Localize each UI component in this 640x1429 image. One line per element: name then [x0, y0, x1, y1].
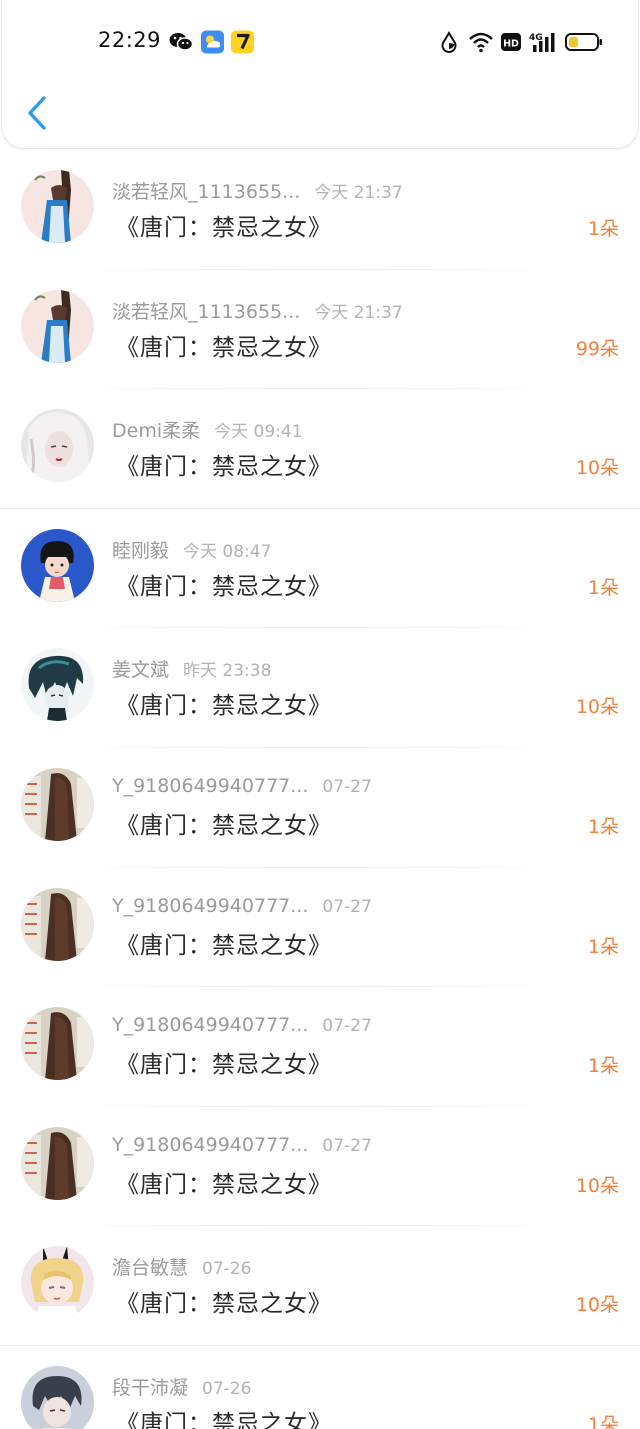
- avatar[interactable]: [21, 170, 94, 243]
- wechat-icon: [169, 33, 194, 51]
- user-name: Y_9180649940777...: [112, 1133, 309, 1156]
- flower-count: 10朵: [575, 1294, 619, 1317]
- flower-count: 1朵: [587, 1413, 619, 1429]
- meta-line: 澹台敏慧 07-26: [112, 1253, 251, 1279]
- status-time: 22:29: [98, 28, 162, 52]
- user-name: 澹台敏慧: [112, 1257, 189, 1280]
- avatar[interactable]: [21, 1007, 94, 1081]
- user-name: Y_9180649940777...: [112, 774, 309, 797]
- list-item[interactable]: 睦刚毅 今天 08:47 《唐门：禁忌之女》 1朵: [0, 509, 640, 629]
- svg-text:HD: HD: [503, 39, 519, 50]
- book-title: 《唐门：禁忌之女》: [116, 1291, 332, 1318]
- meta-line: Y_9180649940777... 07-27: [112, 1014, 372, 1040]
- avatar[interactable]: [21, 887, 94, 961]
- data-saver-icon: [441, 31, 457, 53]
- list-item[interactable]: 淡若轻风_1113655... 今天 21:37 《唐门：禁忌之女》 99朵: [0, 270, 640, 390]
- user-name: Y_9180649940777...: [112, 1014, 309, 1037]
- user-name: 淡若轻风_1113655...: [112, 181, 301, 203]
- book-title: 《唐门：禁忌之女》: [116, 812, 332, 839]
- post-time: 07-26: [202, 1378, 252, 1399]
- status-bar: 22:29 HD 4G: [2, 22, 638, 62]
- book-title: 《唐门：禁忌之女》: [116, 1410, 332, 1429]
- weather-icon: [201, 30, 224, 54]
- avatar[interactable]: [21, 1246, 94, 1320]
- post-time: 07-26: [202, 1259, 252, 1280]
- avatar[interactable]: [21, 648, 94, 722]
- flower-count: 1朵: [587, 576, 619, 599]
- list-item[interactable]: Y_9180649940777... 07-27 《唐门：禁忌之女》 1朵: [0, 748, 640, 868]
- app-7-icon: [231, 30, 254, 54]
- battery-icon: [565, 33, 602, 51]
- post-time: 07-27: [322, 776, 372, 797]
- book-title: 《唐门：禁忌之女》: [116, 932, 332, 959]
- header: 22:29 HD 4G: [2, 0, 638, 148]
- list-item[interactable]: 淡若轻风_1113655... 今天 21:37 《唐门：禁忌之女》 1朵: [0, 150, 640, 270]
- avatar[interactable]: [21, 289, 94, 363]
- signal-4g-icon: 4G: [529, 33, 555, 52]
- post-time: 今天 21:37: [314, 183, 403, 203]
- list-item[interactable]: 段干沛凝 07-26 《唐门：禁忌之女》 1朵: [0, 1346, 640, 1429]
- book-title: 《唐门：禁忌之女》: [116, 573, 332, 600]
- book-title: 《唐门：禁忌之女》: [116, 693, 332, 720]
- user-name: 段干沛凝: [112, 1376, 189, 1399]
- user-name: 姜文斌: [112, 659, 170, 682]
- avatar[interactable]: [21, 528, 94, 602]
- post-time: 07-27: [322, 896, 372, 917]
- post-time: 昨天 23:38: [183, 661, 272, 682]
- list-item[interactable]: 姜文斌 昨天 23:38 《唐门：禁忌之女》 10朵: [0, 628, 640, 748]
- meta-line: Y_9180649940777... 07-27: [112, 895, 372, 921]
- flower-count: 99朵: [575, 337, 619, 360]
- book-title: 《唐门：禁忌之女》: [116, 454, 332, 481]
- meta-line: 姜文斌 昨天 23:38: [112, 655, 271, 681]
- post-time: 今天 08:47: [183, 541, 272, 562]
- screen: 22:29 HD 4G 淡若轻风_1113655... 今天 21:37 《唐门…: [0, 0, 640, 1429]
- gift-list: 淡若轻风_1113655... 今天 21:37 《唐门：禁忌之女》 1朵 淡若轻…: [0, 150, 640, 1429]
- flower-count: 1朵: [587, 935, 619, 958]
- flower-count: 1朵: [587, 218, 619, 240]
- post-time: 07-27: [322, 1016, 372, 1037]
- flower-count: 10朵: [575, 696, 619, 719]
- meta-line: Y_9180649940777... 07-27: [112, 1134, 372, 1160]
- user-name: Y_9180649940777...: [112, 894, 309, 917]
- flower-count: 10朵: [575, 457, 619, 480]
- meta-line: Y_9180649940777... 07-27: [112, 775, 372, 801]
- book-title: 《唐门：禁忌之女》: [116, 1171, 332, 1198]
- post-time: 今天 21:37: [314, 302, 403, 323]
- list-item[interactable]: Y_9180649940777... 07-27 《唐门：禁忌之女》 1朵: [0, 868, 640, 988]
- avatar[interactable]: [21, 767, 94, 841]
- avatar[interactable]: [21, 1126, 94, 1200]
- user-name: 淡若轻风_1113655...: [112, 300, 301, 323]
- flower-count: 1朵: [587, 1055, 619, 1078]
- flower-count: 10朵: [575, 1174, 619, 1197]
- back-button[interactable]: [22, 94, 54, 132]
- post-time: 07-27: [322, 1135, 372, 1156]
- list-item[interactable]: Y_9180649940777... 07-27 《唐门：禁忌之女》 1朵: [0, 987, 640, 1107]
- wifi-icon: [469, 32, 493, 53]
- user-name: 睦刚毅: [112, 539, 170, 562]
- post-time: 今天 09:41: [214, 422, 303, 443]
- book-title: 《唐门：禁忌之女》: [116, 334, 332, 361]
- list-item[interactable]: Demi柔柔 今天 09:41 《唐门：禁忌之女》 10朵: [0, 389, 640, 509]
- list-item[interactable]: Y_9180649940777... 07-27 《唐门：禁忌之女》 10朵: [0, 1107, 640, 1227]
- avatar[interactable]: [21, 409, 94, 483]
- meta-line: Demi柔柔 今天 09:41: [112, 416, 303, 442]
- book-title: 《唐门：禁忌之女》: [116, 1052, 332, 1079]
- meta-line: 淡若轻风_1113655... 今天 21:37: [112, 177, 403, 203]
- book-title: 《唐门：禁忌之女》: [116, 215, 332, 241]
- flower-count: 1朵: [587, 815, 619, 838]
- meta-line: 段干沛凝 07-26: [112, 1373, 251, 1399]
- user-name: Demi柔柔: [112, 420, 201, 443]
- meta-line: 睦刚毅 今天 08:47: [112, 536, 271, 562]
- meta-line: 淡若轻风_1113655... 今天 21:37: [112, 297, 403, 323]
- avatar[interactable]: [21, 1365, 94, 1429]
- hd-icon: HD: [501, 33, 521, 51]
- list-item[interactable]: 澹台敏慧 07-26 《唐门：禁忌之女》 10朵: [0, 1226, 640, 1346]
